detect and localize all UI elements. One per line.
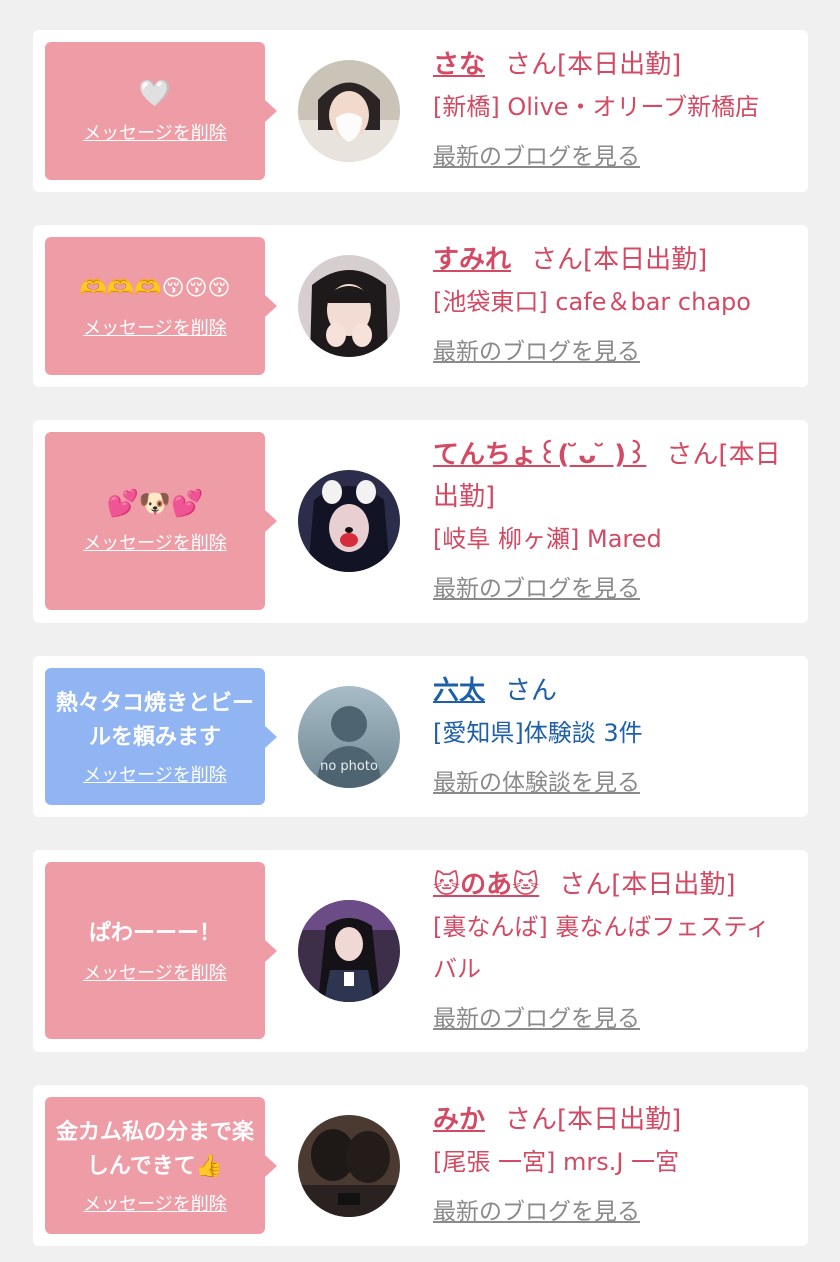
avatar[interactable]: [298, 470, 400, 572]
cast-info: 🐱のあ🐱 さん[本日出勤] [裏なんば] 裏なんばフェスティバル 最新のブログを見…: [433, 864, 788, 1040]
cast-name-link[interactable]: 🐱のあ🐱: [433, 870, 539, 900]
avatar[interactable]: [298, 1115, 400, 1217]
message-text: 💕🐶💕: [106, 489, 204, 519]
latest-review-link[interactable]: 最新の体験談を見る: [433, 762, 640, 804]
delete-message-link[interactable]: メッセージを削除: [83, 119, 227, 145]
cast-status: さん[本日出勤]: [505, 1105, 682, 1135]
shop-name: [裏なんば] 裏なんばフェスティバル: [433, 913, 770, 983]
favorite-card: 熱々タコ焼きとビールを頼みます メッセージを削除 no photo 六太 さん […: [33, 656, 808, 817]
no-photo-avatar[interactable]: no photo: [298, 686, 400, 788]
cast-info: すみれ さん[本日出勤] [池袋東口] cafe＆bar chapo 最新のブログ…: [433, 239, 788, 373]
delete-message-link[interactable]: メッセージを削除: [83, 959, 227, 985]
cast-status: さん[本日出勤]: [559, 870, 736, 900]
cast-name-link[interactable]: みか: [433, 1105, 485, 1135]
cast-status: さん[本日出勤]: [531, 245, 708, 275]
message-text: 金カム私の分まで楽しんできて👍: [55, 1119, 254, 1179]
message-text: ぱわーーー！: [88, 920, 221, 946]
favorite-card: 🫶🫶🫶😚😚😚 メッセージを削除 すみれ さん[本日出勤] [池袋東口] cafe＆…: [33, 225, 808, 387]
latest-blog-link[interactable]: 最新のブログを見る: [433, 998, 640, 1040]
delete-message-link[interactable]: メッセージを削除: [83, 1190, 227, 1216]
delete-message-link[interactable]: メッセージを削除: [83, 314, 227, 340]
latest-blog-link[interactable]: 最新のブログを見る: [433, 568, 640, 610]
delete-message-link[interactable]: メッセージを削除: [83, 761, 227, 787]
shop-name: [池袋東口] cafe＆bar chapo: [433, 288, 751, 316]
message-bubble: 💕🐶💕 メッセージを削除: [45, 432, 277, 610]
shop-name: [岐阜 柳ヶ瀬] Mared: [433, 525, 662, 553]
favorite-card: ぱわーーー！ メッセージを削除 🐱のあ🐱 さん[本日出勤] [裏なんば] 裏なんば…: [33, 850, 808, 1052]
review-count: [愛知県]体験談 3件: [433, 719, 643, 747]
favorite-card: 金カム私の分まで楽しんできて👍 メッセージを削除 みか さん[本日出勤] [尾張 …: [33, 1085, 808, 1246]
message-bubble: 金カム私の分まで楽しんできて👍 メッセージを削除: [45, 1097, 277, 1234]
cast-name-link[interactable]: てんちょ꒰( ̆ᴗ ̆ )꒱: [433, 440, 646, 470]
latest-blog-link[interactable]: 最新のブログを見る: [433, 1191, 640, 1233]
favorite-card: 🤍 メッセージを削除 さな さん[本日出勤] [新橋] Olive・オリーブ新橋店…: [33, 30, 808, 192]
latest-blog-link[interactable]: 最新のブログを見る: [433, 331, 640, 373]
cast-info: てんちょ꒰( ̆ᴗ ̆ )꒱ さん[本日出勤] [岐阜 柳ヶ瀬] Mared 最新…: [433, 434, 788, 610]
user-suffix: さん: [505, 676, 558, 706]
avatar[interactable]: [298, 60, 400, 162]
message-bubble: 🤍 メッセージを削除: [45, 42, 277, 180]
delete-message-link[interactable]: メッセージを削除: [83, 529, 227, 555]
shop-name: [新橋] Olive・オリーブ新橋店: [433, 93, 760, 121]
message-bubble: 🫶🫶🫶😚😚😚 メッセージを削除: [45, 237, 277, 375]
cast-name-link[interactable]: すみれ: [433, 245, 511, 275]
latest-blog-link[interactable]: 最新のブログを見る: [433, 136, 640, 178]
message-text: 熱々タコ焼きとビールを頼みます: [55, 690, 254, 750]
cast-info: さな さん[本日出勤] [新橋] Olive・オリーブ新橋店 最新のブログを見る: [433, 44, 788, 178]
avatar[interactable]: [298, 255, 400, 357]
favorite-card: 💕🐶💕 メッセージを削除 てんちょ꒰( ̆ᴗ ̆ )꒱ さん[本日出勤] [岐阜 …: [33, 420, 808, 623]
message-text: 🫶🫶🫶😚😚😚: [79, 276, 231, 301]
cast-info: 六太 さん [愛知県]体験談 3件 最新の体験談を見る: [433, 670, 788, 804]
user-name-link[interactable]: 六太: [433, 676, 485, 706]
message-text: 🤍: [138, 79, 172, 109]
message-bubble: 熱々タコ焼きとビールを頼みます メッセージを削除: [45, 668, 277, 805]
cast-name-link[interactable]: さな: [433, 50, 485, 80]
shop-name: [尾張 一宮] mrs.J 一宮: [433, 1148, 680, 1176]
cast-info: みか さん[本日出勤] [尾張 一宮] mrs.J 一宮 最新のブログを見る: [433, 1099, 788, 1233]
cast-status: さん[本日出勤]: [505, 50, 682, 80]
avatar[interactable]: [298, 900, 400, 1002]
favorites-list: 🤍 メッセージを削除 さな さん[本日出勤] [新橋] Olive・オリーブ新橋店…: [0, 0, 840, 1262]
no-photo-text: no photo: [320, 759, 378, 774]
message-bubble: ぱわーーー！ メッセージを削除: [45, 862, 277, 1039]
